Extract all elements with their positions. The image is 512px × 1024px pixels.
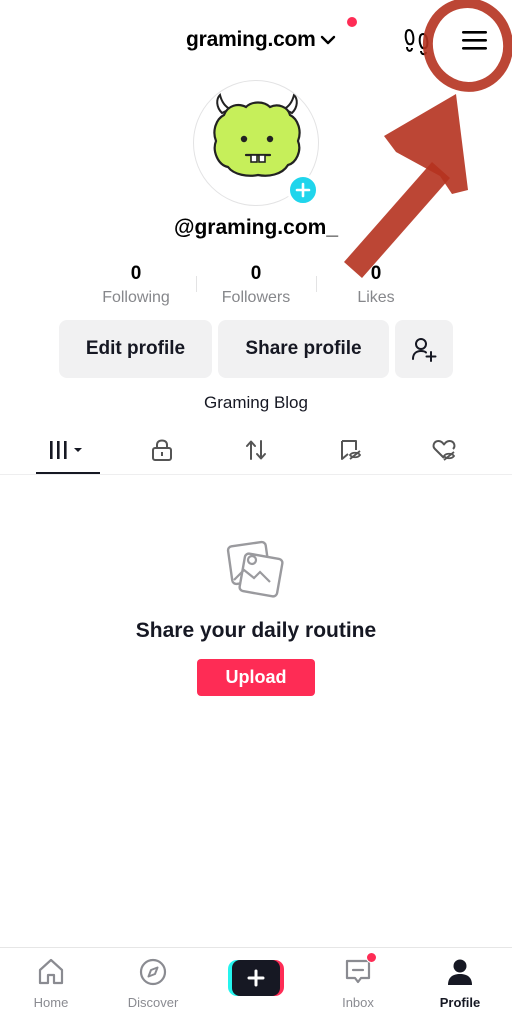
stat-value: 0 (130, 263, 142, 284)
empty-state-title: Share your daily routine (135, 619, 377, 642)
account-switcher[interactable]: graming.com (186, 24, 336, 56)
nav-inbox[interactable]: Inbox (322, 952, 394, 1016)
footprints-icon (404, 28, 429, 56)
notification-dot (347, 17, 357, 27)
plus-icon (247, 969, 265, 987)
add-user-icon (412, 338, 437, 362)
tab-reposts[interactable] (224, 425, 288, 475)
stat-following[interactable]: 0 Following (76, 262, 196, 312)
grid-icon (50, 441, 82, 459)
chevron-down-icon (320, 35, 335, 45)
plus-icon (295, 182, 311, 198)
nav-label: Home (33, 995, 69, 1010)
nav-profile[interactable]: Profile (424, 956, 496, 1016)
nav-label: Discover (127, 995, 179, 1010)
stat-value: 0 (250, 263, 262, 284)
hamburger-menu-icon (462, 31, 487, 50)
repost-icon (246, 440, 266, 460)
share-profile-button[interactable]: Share profile (218, 320, 389, 378)
nav-home[interactable]: Home (15, 956, 87, 1016)
add-friends-button[interactable] (395, 320, 453, 378)
photos-icon (226, 540, 284, 598)
compass-icon (139, 958, 167, 986)
upload-button[interactable]: Upload (197, 659, 315, 696)
stat-divider (316, 276, 317, 292)
stat-label: Followers (221, 289, 291, 306)
account-name: graming.com (186, 28, 316, 51)
stat-label: Following (102, 289, 170, 306)
nav-label: Inbox (342, 995, 374, 1010)
content-tabs (0, 425, 512, 475)
create-button-face (232, 960, 280, 996)
nav-label: Profile (439, 995, 481, 1010)
tab-favorites[interactable] (318, 425, 382, 475)
edit-profile-button[interactable]: Edit profile (59, 320, 212, 378)
active-tab-indicator (36, 472, 100, 474)
tab-videos[interactable] (36, 425, 100, 475)
profile-username: @graming.com_ (173, 216, 338, 239)
liked-hidden-icon (432, 440, 456, 461)
tab-private[interactable] (130, 425, 194, 475)
stat-followers[interactable]: 0 Followers (196, 262, 316, 312)
profile-actions: Edit profile Share profile (59, 320, 453, 378)
bottom-navigation: Home Discover Inbox Profile (0, 947, 512, 1024)
empty-state: Share your daily routine Upload (0, 540, 512, 696)
inbox-notification-dot (366, 952, 377, 963)
profile-icon (448, 959, 472, 985)
avatar-container (193, 80, 319, 206)
lock-icon (152, 439, 172, 461)
stat-label: Likes (357, 289, 395, 306)
menu-button[interactable] (458, 24, 492, 56)
stat-divider (196, 276, 197, 292)
profile-bio: Graming Blog (204, 393, 308, 412)
stat-likes[interactable]: 0 Likes (316, 262, 436, 312)
add-avatar-button[interactable] (287, 174, 319, 206)
create-button[interactable] (228, 960, 284, 996)
home-icon (38, 958, 64, 985)
tab-liked[interactable] (412, 425, 476, 475)
stat-value: 0 (370, 263, 382, 284)
profile-stats: 0 Following 0 Followers 0 Likes (76, 262, 436, 312)
nav-discover[interactable]: Discover (117, 956, 189, 1016)
bookmark-hidden-icon (341, 440, 362, 460)
top-bar: graming.com (0, 0, 512, 78)
footprints-button[interactable] (402, 26, 432, 56)
